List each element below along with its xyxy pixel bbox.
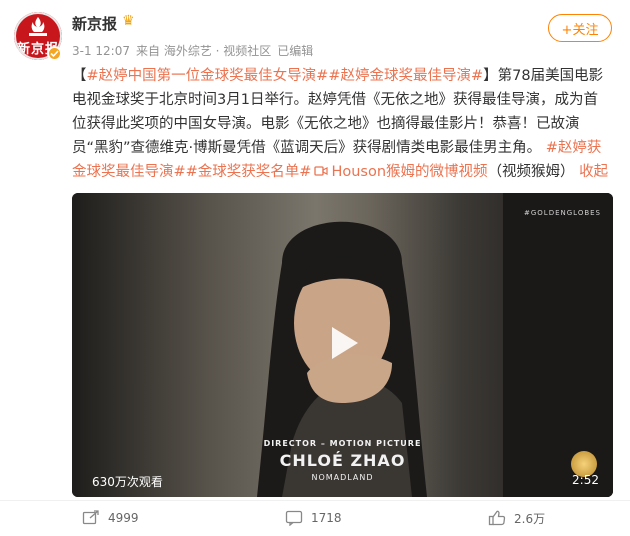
hashtag-link[interactable]: #金球奖获奖名单# <box>186 164 312 180</box>
divider <box>0 500 630 501</box>
follow-button[interactable]: +关注 <box>548 14 612 42</box>
thumbs-up-icon <box>488 510 506 526</box>
view-count: 630万次观看 <box>92 475 163 489</box>
comment-count: 1718 <box>311 511 342 525</box>
account-name[interactable]: 新京报 <box>72 13 117 34</box>
video-duration: 2:52 <box>572 473 599 487</box>
verified-badge-icon <box>47 46 62 61</box>
video-camera-icon <box>314 166 329 176</box>
post-text: 【#赵婷中国第一位金球奖最佳女导演##赵婷金球奖最佳导演#】第78届美国电影电视… <box>72 64 612 184</box>
video-link-label[interactable]: Houson猴姆的微博视频 <box>331 164 487 180</box>
collapse-link[interactable]: 收起 <box>579 164 608 180</box>
bracket-open: 【 <box>72 68 87 84</box>
award-category: DIRECTOR – MOTION PICTURE <box>263 439 422 448</box>
hashtag-link[interactable]: #赵婷金球奖最佳导演# <box>328 68 483 84</box>
like-button[interactable]: 2.6万 <box>488 508 545 528</box>
post-date[interactable]: 3-1 12:07 <box>72 44 130 58</box>
video-player[interactable]: #GOLDENGLOBES DIRECTOR – MOTION PICTURE … <box>72 193 613 497</box>
like-count: 2.6万 <box>514 511 546 526</box>
comment-icon <box>285 510 303 526</box>
video-source: （视频猴姆） <box>487 164 575 180</box>
hashtag-link[interactable]: #赵婷中国第一位金球奖最佳女导演# <box>87 68 329 84</box>
repost-button[interactable]: 4999 <box>82 508 139 528</box>
post-source[interactable]: 来自 海外综艺 · 视频社区 <box>136 44 271 58</box>
repost-icon <box>82 510 99 525</box>
edited-label: 已编辑 <box>277 44 314 58</box>
post-meta: 3-1 12:07 来自 海外综艺 · 视频社区 已编辑 <box>72 42 319 59</box>
repost-count: 4999 <box>108 511 139 525</box>
video-overlay-tag: #GOLDENGLOBES <box>524 209 602 217</box>
play-icon[interactable] <box>320 321 364 365</box>
video-link[interactable]: Houson猴姆的微博视频 <box>311 164 488 180</box>
comment-button[interactable]: 1718 <box>285 508 342 528</box>
crown-icon: ♛ <box>122 13 135 29</box>
award-winner: CHLOÉ ZHAO <box>279 451 406 470</box>
bracket-close: 】 <box>483 68 498 84</box>
